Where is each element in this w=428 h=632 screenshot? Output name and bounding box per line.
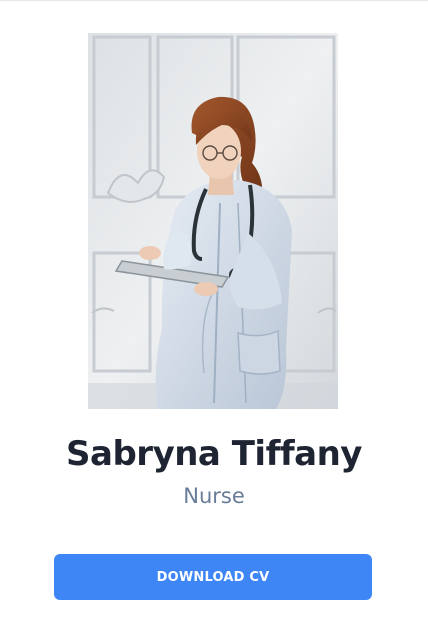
profile-photo: [88, 33, 338, 409]
profile-name: Sabryna Tiffany: [66, 434, 362, 474]
profile-role: Nurse: [183, 484, 245, 508]
download-cv-button[interactable]: DOWNLOAD CV: [54, 554, 372, 600]
profile-card: Sabryna Tiffany Nurse DOWNLOAD CV: [0, 0, 428, 632]
nurse-photo-illustration: [88, 33, 338, 409]
